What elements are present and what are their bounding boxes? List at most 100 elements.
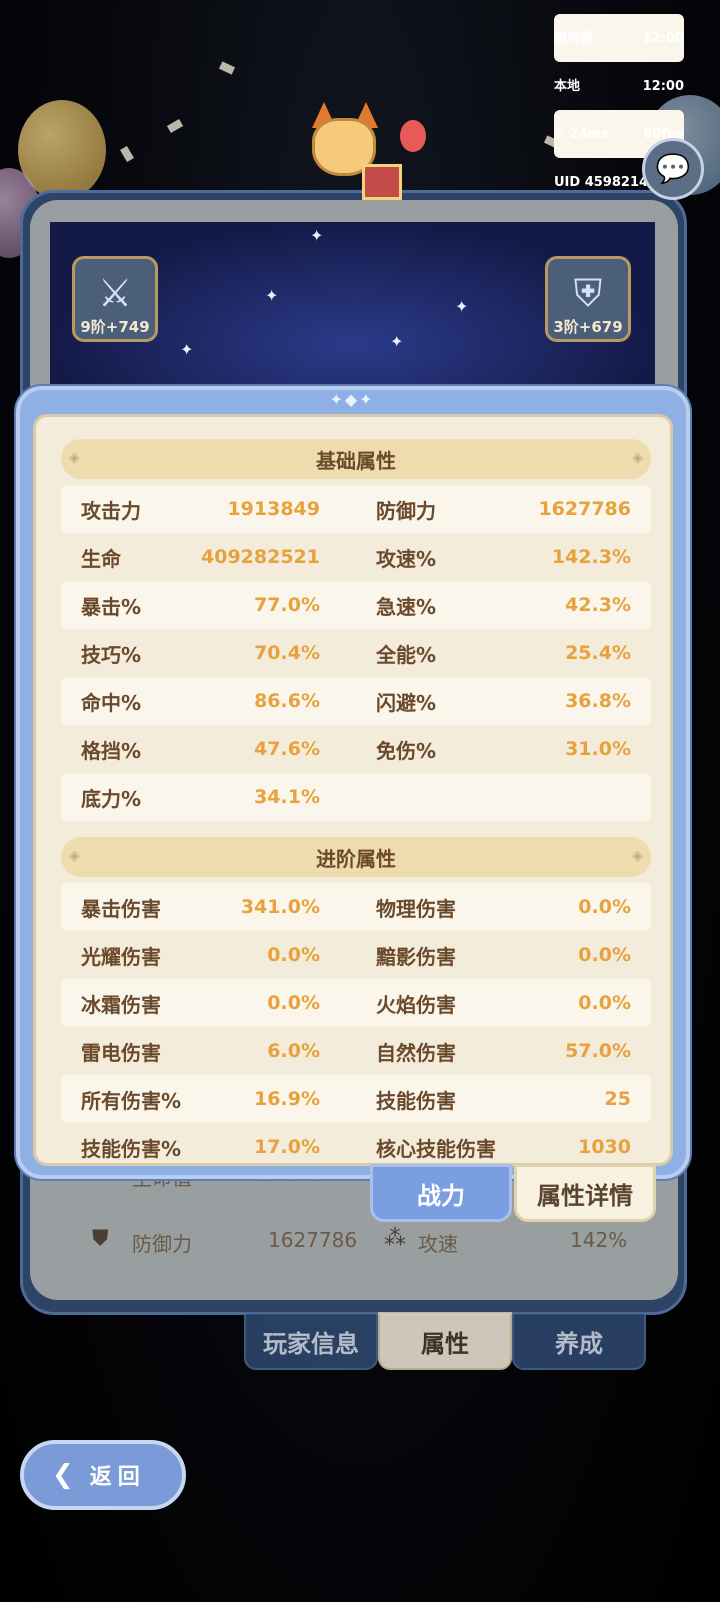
weapon-slot[interactable]: ⚔ 9阶+749 [72,256,158,342]
confetti [166,119,184,133]
back-button[interactable]: ❮ 返回 [20,1440,186,1510]
section-advanced-title: 进阶属性 [316,846,396,871]
attribute-row: 技能伤害% 17.0% 核心技能伤害 1030 [61,1123,651,1163]
attribute-row: 格挡% 47.6% 免伤% 31.0% [61,725,651,773]
confetti [218,61,236,75]
armor-slot[interactable]: ⛨ 3阶+679 [545,256,631,342]
speed-icon: ⁂ [384,1226,406,1251]
attribute-row: 所有伤害% 16.9% 技能伤害 25 [61,1075,651,1123]
tab-power[interactable]: 战力 [370,1164,512,1222]
tab-growth[interactable]: 养成 [512,1312,646,1370]
attr-label: 黯影伤害 [376,944,456,969]
attr-label: 火焰伤害 [376,992,456,1017]
attr-value: 57.0% [565,1040,631,1062]
dialog-tabs: 战力 属性详情 [370,1164,658,1222]
tab-attributes[interactable]: 属性 [378,1312,512,1370]
local-time: 12:00 [642,78,684,94]
attr-value: 0.0% [267,992,320,1014]
attr-label: 暴击% [81,594,142,619]
attr-label: 攻击力 [81,498,141,523]
diamond-icon: ◈ [632,848,643,864]
mascot-emblem [262,92,452,212]
def-label: 防御力 [132,1232,192,1256]
attr-value: 1627786 [538,498,631,520]
wifi-icon: ≋ [554,126,565,142]
attr-label: 核心技能伤害 [376,1136,496,1161]
attr-value: 36.8% [565,690,631,712]
chat-bubble-icon: 💬 [655,152,691,185]
attribute-scroll-list[interactable]: ◈ 基础属性 ◈ 攻击力 1913849 防御力 1627786 生命 4092825… [61,439,651,1163]
attr-value: 25 [604,1088,631,1110]
attr-label: 雷电伤害 [81,1040,161,1065]
local-label: 本地 [554,78,581,94]
attr-label: 技能伤害 [376,1088,456,1113]
attr-label: 技能伤害% [81,1136,182,1161]
attr-label: 技巧% [81,642,142,667]
weapon-level: 9阶+749 [80,318,150,336]
sparkle-icon: ✦ [265,286,279,305]
server-time: 12:00 [642,30,684,46]
attr-value: 6.0% [267,1040,320,1062]
server-label: 服务器 [554,30,594,46]
section-basic-title: 基础属性 [316,448,396,473]
basic-attribute-rows: 攻击力 1913849 防御力 1627786 生命 409282521 攻速% 142… [61,485,651,821]
attr-label: 命中% [81,690,142,715]
attr-value: 77.0% [254,594,320,616]
attr-value: 42.3% [565,594,631,616]
attribute-row: 技巧% 70.4% 全能% 25.4% [61,629,651,677]
attribute-row: 光耀伤害 0.0% 黯影伤害 0.0% [61,931,651,979]
attribute-list-panel[interactable]: ◈ 基础属性 ◈ 攻击力 1913849 防御力 1627786 生命 4092825… [33,414,673,1166]
attr-label: 底力% [81,786,142,811]
attr-label: 急速% [376,594,437,619]
tab-player-info[interactable]: 玩家信息 [244,1312,378,1370]
attribute-row: 冰霜伤害 0.0% 火焰伤害 0.0% [61,979,651,1027]
attr-value: 86.6% [254,690,320,712]
attr-label: 全能% [376,642,437,667]
advanced-attribute-rows: 暴击伤害 341.0% 物理伤害 0.0% 光耀伤害 0.0% 黯影伤害 0.0% 冰霜… [61,883,651,1163]
shield-icon: ⛊ [92,1226,109,1251]
tab-attribute-detail[interactable]: 属性详情 [514,1164,656,1222]
confetti [120,145,134,163]
attr-label: 暴击伤害 [81,896,161,921]
diamond-icon: ◈ [69,450,80,466]
sparkle-icon: ✦ [390,332,404,351]
attr-label: 物理伤害 [376,896,456,921]
sparkle-icon: ✦ [180,340,194,359]
attr-label: 免伤% [376,738,437,763]
attribute-row: 命中% 86.6% 闪避% 36.8% [61,677,651,725]
armor-level: 3阶+679 [553,318,623,336]
attr-label: 格挡% [81,738,142,763]
attr-value: 409282521 [201,546,320,568]
section-basic-header: ◈ 基础属性 ◈ [61,439,651,479]
sparkle-icon: ✦ [310,226,324,245]
attribute-row: 生命 409282521 攻速% 142.3% [61,533,651,581]
attr-value: 341.0% [240,896,320,918]
attr-value: 142.3% [551,546,631,568]
def-value: 1627786 [268,1228,358,1252]
attr-label: 所有伤害% [81,1088,182,1113]
attr-label: 生命 [81,546,121,571]
attr-value: 0.0% [267,944,320,966]
attribute-row: 攻击力 1913849 防御力 1627786 [61,485,651,533]
attribute-row: 底力% 34.1% [61,773,651,821]
attr-label: 光耀伤害 [81,944,161,969]
diamond-icon: ◈ [632,450,643,466]
helmet-icon: ⛨ [573,271,603,315]
attr-label: 攻速% [376,546,437,571]
chat-button[interactable]: 💬 [642,138,704,200]
ornament-icon: ✦◆✦ [329,390,375,409]
sparkle-icon: ✦ [455,297,469,316]
attribute-row: 暴击伤害 341.0% 物理伤害 0.0% [61,883,651,931]
attr-value: 0.0% [578,896,631,918]
gift-box-icon [362,164,402,200]
uid-label: UID [554,174,581,190]
attr-label: 自然伤害 [376,1040,456,1065]
attr-value: 31.0% [565,738,631,760]
attribute-row: 暴击% 77.0% 急速% 42.3% [61,581,651,629]
attr-value: 70.4% [254,642,320,664]
profile-tabs: 玩家信息 属性 养成 [244,1312,646,1370]
attr-label: 冰霜伤害 [81,992,161,1017]
back-label: 返回 [89,1465,146,1490]
attr-value: 0.0% [578,944,631,966]
balloon-icon [400,120,426,152]
